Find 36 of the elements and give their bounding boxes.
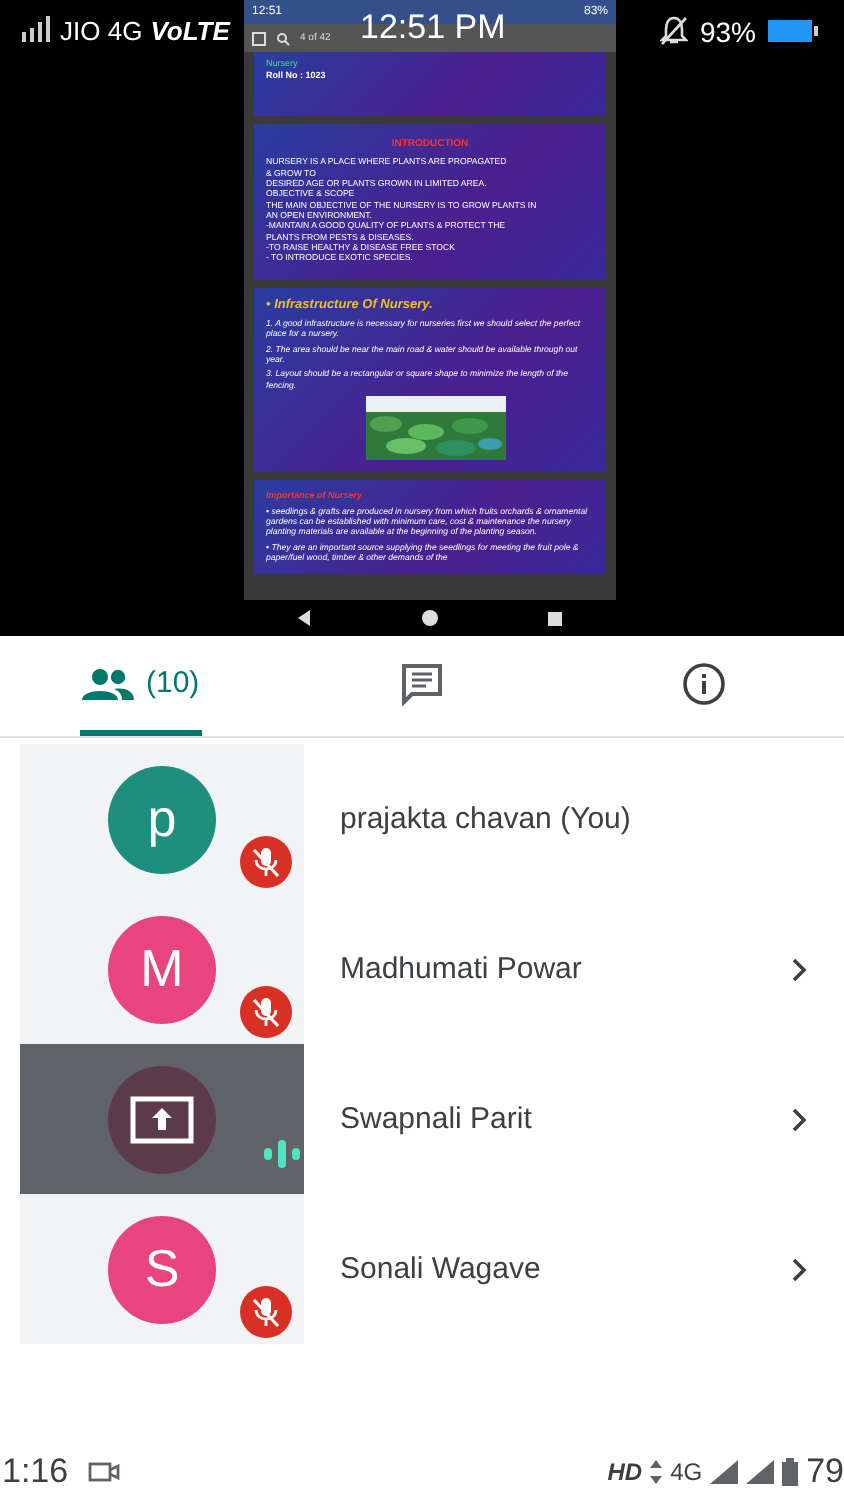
info-icon	[681, 661, 726, 705]
participant-name: Madhumati Powar	[340, 952, 582, 986]
battery-percent: 93%	[699, 16, 756, 48]
chevron-icon[interactable]	[792, 1257, 808, 1281]
people-tab[interactable]: (10)	[80, 636, 202, 736]
avatar: M	[108, 915, 216, 1023]
data-arrows-icon	[650, 1460, 663, 1484]
chevron-icon[interactable]	[792, 957, 808, 981]
home-icon[interactable]	[421, 610, 438, 626]
volte-label: VoLTE	[150, 16, 230, 46]
recents-icon[interactable]	[547, 611, 562, 625]
avatar: S	[108, 1215, 216, 1323]
clock-time: 1:16	[2, 1452, 69, 1492]
signal-icon	[20, 16, 52, 44]
screen-share-icon	[130, 1095, 194, 1143]
battery-percent: 79	[806, 1452, 844, 1492]
search-icon[interactable]	[276, 31, 290, 45]
chevron-icon[interactable]	[792, 1107, 808, 1131]
participant-name: Sonali Wagave	[340, 1252, 541, 1286]
signal-icon	[746, 1460, 775, 1484]
signal-icon	[710, 1460, 739, 1484]
network-label: 4G	[670, 1458, 703, 1486]
battery-icon	[768, 16, 820, 44]
hd-label: HD	[607, 1458, 643, 1486]
participant-name: prajakta chavan (You)	[340, 802, 631, 836]
avatar: p	[108, 765, 216, 873]
people-icon	[81, 667, 134, 699]
chat-icon	[400, 661, 444, 705]
battery-icon	[782, 1458, 799, 1486]
bell-off-icon	[659, 16, 688, 46]
clock-overlay: 12:51 PM	[360, 8, 506, 48]
sidebar-icon[interactable]	[252, 31, 266, 45]
back-icon[interactable]	[298, 610, 313, 626]
carrier-name: JIO 4G	[60, 16, 143, 46]
camera-icon	[88, 1460, 121, 1484]
participant-name: Swapnali Parit	[340, 1102, 532, 1136]
